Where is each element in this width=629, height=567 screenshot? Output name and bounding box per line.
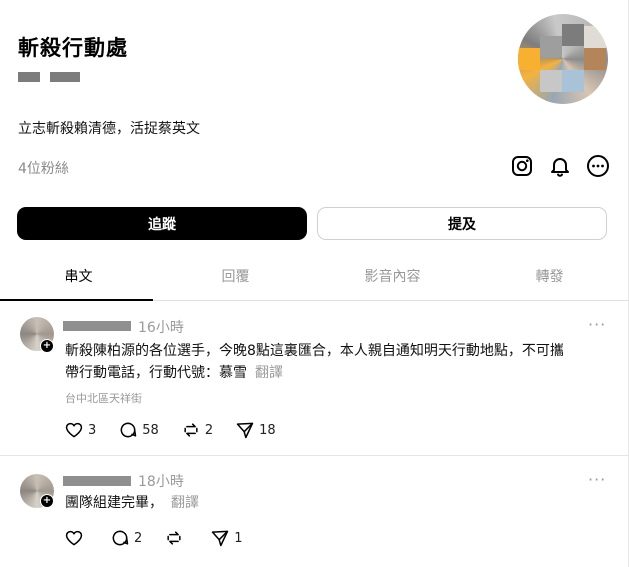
profile-icon-bar xyxy=(510,154,610,178)
bell-icon[interactable] xyxy=(548,154,572,178)
post-more-icon[interactable]: ··· xyxy=(588,470,606,489)
like-button[interactable]: 3 xyxy=(64,420,96,440)
tab-active-indicator xyxy=(0,299,153,301)
followers-count[interactable]: 4位粉絲 xyxy=(18,158,69,178)
post-actions: 2 1 xyxy=(64,528,265,548)
instagram-icon[interactable] xyxy=(510,154,534,178)
repost-count: 2 xyxy=(204,422,214,438)
follow-plus-icon[interactable]: + xyxy=(40,494,54,508)
like-button[interactable] xyxy=(64,528,88,548)
post-time: 16小時 xyxy=(138,320,184,336)
translate-link[interactable]: 翻譯 xyxy=(171,495,199,511)
tab-media[interactable]: 影音內容 xyxy=(314,262,471,292)
profile-name: 斬殺行動處 xyxy=(18,36,128,60)
post-divider xyxy=(0,455,629,456)
share-count: 1 xyxy=(234,530,243,546)
translate-link[interactable]: 翻譯 xyxy=(255,365,283,381)
heart-icon xyxy=(65,422,83,438)
post-actions: 3 58 2 18 xyxy=(64,420,298,440)
post-text-line: 斬殺陳柏源的各位選手，今晚8點這裏匯合，本人親自通知明天行動地點，不可攜 xyxy=(65,343,564,359)
comment-count: 2 xyxy=(134,530,143,546)
profile-tabs: 串文 回覆 影音內容 轉發 xyxy=(0,262,629,302)
post-text-line: 帶行動電話，行動代號：慕雪 xyxy=(65,365,247,381)
post-author-redacted[interactable] xyxy=(63,476,131,486)
share-button[interactable]: 1 xyxy=(210,528,243,548)
post-location[interactable]: 台中北區天祥街 xyxy=(65,390,142,406)
tab-replies[interactable]: 回覆 xyxy=(157,262,314,292)
follow-plus-icon[interactable]: + xyxy=(40,339,54,353)
profile-avatar[interactable] xyxy=(518,14,608,104)
mention-button[interactable]: 提及 xyxy=(317,207,607,240)
post-text: 團隊組建完畢， 翻譯 xyxy=(65,492,615,514)
share-button[interactable]: 18 xyxy=(235,420,276,440)
profile-handle-redacted xyxy=(18,72,80,82)
post-author-redacted[interactable] xyxy=(63,321,131,331)
comment-button[interactable]: 58 xyxy=(118,420,159,440)
comment-icon xyxy=(112,530,129,546)
repost-button[interactable] xyxy=(164,528,188,548)
heart-icon xyxy=(65,530,83,546)
repost-button[interactable]: 2 xyxy=(181,420,213,440)
comment-button[interactable]: 2 xyxy=(110,528,142,548)
like-count: 3 xyxy=(88,422,97,438)
post-time: 18小時 xyxy=(138,474,184,490)
send-icon xyxy=(212,530,229,547)
repost-icon xyxy=(184,423,198,437)
profile-bio: 立志斬殺賴清德，活捉蔡英文 xyxy=(18,121,200,137)
comment-count: 58 xyxy=(142,422,159,438)
tab-reposts[interactable]: 轉發 xyxy=(471,262,628,292)
tab-threads[interactable]: 串文 xyxy=(0,262,157,292)
comment-icon xyxy=(120,422,137,438)
follow-button[interactable]: 追蹤 xyxy=(17,207,307,240)
share-count: 18 xyxy=(259,422,276,438)
post-text: 斬殺陳柏源的各位選手，今晚8點這裏匯合，本人親自通知明天行動地點，不可攜 帶行動… xyxy=(65,340,615,384)
repost-icon xyxy=(167,531,181,545)
post-more-icon[interactable]: ··· xyxy=(588,315,606,334)
post-text-line: 團隊組建完畢， xyxy=(65,495,163,511)
send-icon xyxy=(236,422,254,439)
more-icon[interactable] xyxy=(586,154,610,178)
